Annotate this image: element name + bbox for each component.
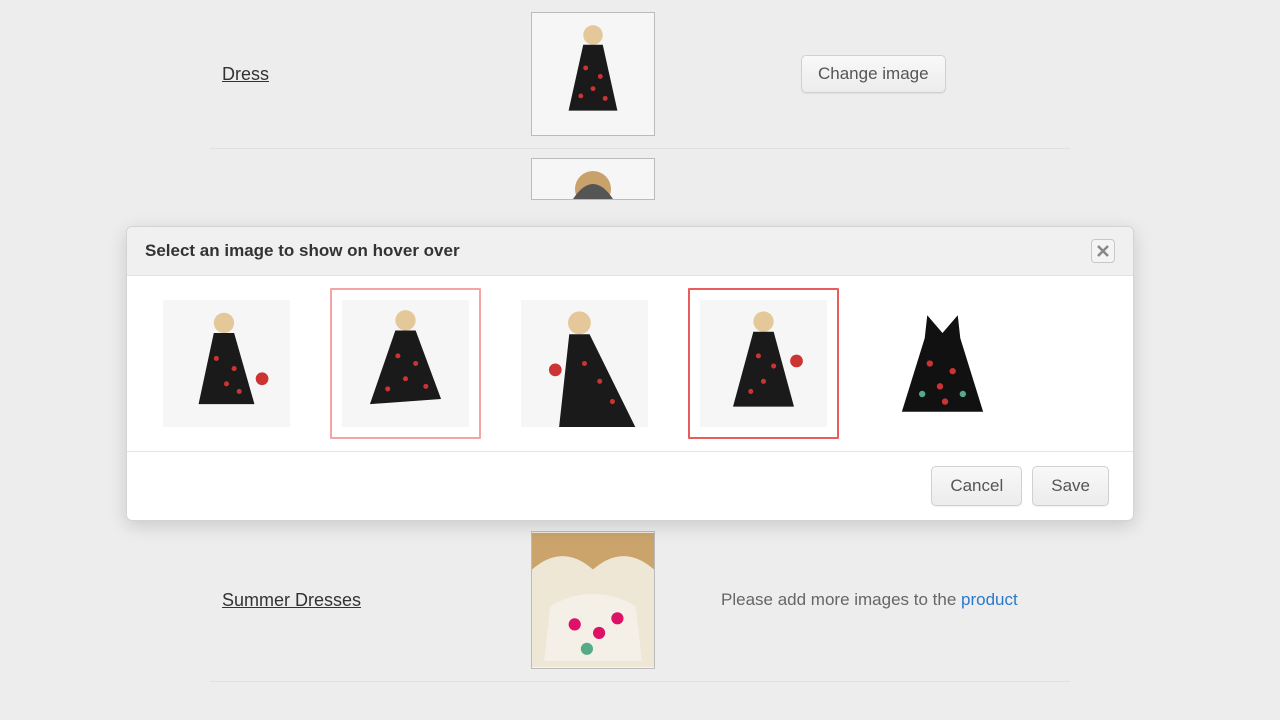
product-action-cell: Change image	[656, 55, 1070, 93]
product-name-cell: Summer Dresses	[210, 590, 530, 611]
product-link-summer-dresses[interactable]: Summer Dresses	[222, 590, 361, 610]
dress-flat-icon	[879, 300, 1006, 427]
product-name-cell: Dress	[210, 64, 530, 85]
change-image-button[interactable]: Change image	[801, 55, 946, 93]
modal-footer: Cancel Save	[127, 451, 1133, 520]
product-thumbnail[interactable]	[531, 158, 655, 200]
product-row: Summer Dresses Please add more images to…	[210, 519, 1070, 682]
image-option-2[interactable]	[330, 288, 481, 439]
product-thumbnail[interactable]	[531, 531, 655, 669]
add-images-hint: Please add more images to the product	[721, 590, 1018, 609]
product-row: Dress Change image	[210, 0, 1070, 149]
product-action-cell: Please add more images to the product	[656, 590, 1070, 610]
dress-thumb-icon	[163, 300, 290, 427]
product-thumb-cell	[530, 12, 656, 136]
dress-thumb-icon	[700, 300, 827, 427]
cancel-button[interactable]: Cancel	[931, 466, 1022, 506]
dress-image-icon	[532, 13, 654, 135]
modal-title: Select an image to show on hover over	[145, 241, 460, 261]
product-row	[210, 149, 1070, 209]
product-thumb-cell	[530, 531, 656, 669]
image-option-4[interactable]	[688, 288, 839, 439]
product-link-dress[interactable]: Dress	[222, 64, 269, 84]
dress-thumb-icon	[342, 300, 469, 427]
dress-thumb-icon	[521, 300, 648, 427]
image-option-1[interactable]	[151, 288, 302, 439]
image-selector-modal: Select an image to show on hover over Ca…	[126, 226, 1134, 521]
product-thumbnail[interactable]	[531, 12, 655, 136]
close-icon	[1097, 245, 1109, 257]
summer-dress-image-icon	[532, 532, 654, 668]
product-link-inline[interactable]: product	[961, 590, 1018, 609]
modal-header: Select an image to show on hover over	[127, 227, 1133, 276]
dress-image-icon	[532, 159, 654, 199]
save-button[interactable]: Save	[1032, 466, 1109, 506]
image-option-5[interactable]	[867, 288, 1018, 439]
image-option-3[interactable]	[509, 288, 660, 439]
modal-body	[127, 276, 1133, 451]
close-button[interactable]	[1091, 239, 1115, 263]
